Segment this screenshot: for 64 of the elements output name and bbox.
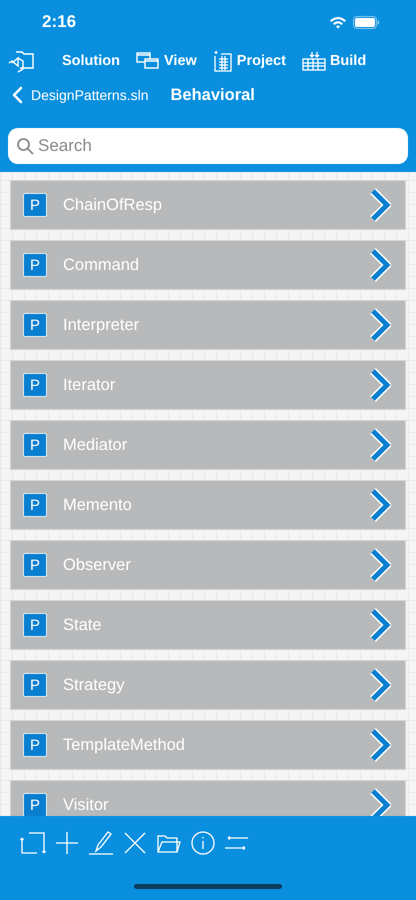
item-name: Memento: [63, 496, 133, 514]
chevron-icon: [369, 788, 391, 816]
chevron-icon: [369, 428, 391, 462]
item-name: ChainOfResp: [63, 196, 164, 214]
list-item[interactable]: P State: [10, 600, 406, 650]
page-title: Behavioral: [170, 86, 255, 104]
list-item[interactable]: P Strategy: [10, 660, 406, 710]
edit-icon[interactable]: [88, 830, 114, 856]
back-button[interactable]: DesignPatterns.sln: [12, 86, 149, 104]
project-badge: P: [23, 553, 47, 577]
list-item[interactable]: P ChainOfResp: [10, 180, 406, 230]
item-name: State: [63, 616, 103, 634]
chevron-icon: [369, 728, 391, 762]
refresh-icon[interactable]: [20, 830, 46, 856]
project-badge: P: [23, 613, 47, 637]
item-name: Command: [63, 256, 140, 274]
folder-icon: [8, 49, 36, 73]
add-icon[interactable]: [54, 830, 80, 856]
chevron-icon: [369, 608, 391, 642]
project-badge: P: [23, 313, 47, 337]
project-badge: P: [23, 733, 47, 757]
list-item[interactable]: P Command: [10, 240, 406, 290]
project-badge: P: [23, 193, 47, 217]
project-badge: P: [23, 373, 47, 397]
list-item[interactable]: P Mediator: [10, 420, 406, 470]
list-item[interactable]: P Observer: [10, 540, 406, 590]
toolbar-button[interactable]: View: [136, 52, 197, 70]
toolbar-button[interactable]: Build: [302, 51, 366, 71]
battery-icon: [353, 16, 380, 28]
project-badge: P: [23, 253, 47, 277]
status-time: 2:16: [42, 12, 76, 32]
back-chevron-icon: [12, 86, 23, 104]
item-name: Strategy: [63, 676, 126, 694]
grid-icon: [302, 51, 326, 71]
chevron-icon: [369, 308, 391, 342]
item-name: Observer: [63, 556, 132, 574]
list-item[interactable]: P Interpreter: [10, 300, 406, 350]
toolbar-button[interactable]: Project: [212, 50, 286, 72]
list-item[interactable]: P Memento: [10, 480, 406, 530]
wifi-icon: [329, 16, 347, 28]
project-badge: P: [23, 673, 47, 697]
item-name: Visitor: [63, 796, 110, 814]
list-item[interactable]: P Iterator: [10, 360, 406, 410]
delete-icon[interactable]: [122, 830, 148, 856]
chevron-icon: [369, 548, 391, 582]
chevron-icon: [369, 488, 391, 522]
project-badge: P: [23, 793, 47, 816]
toolbar-button[interactable]: Solution: [8, 49, 120, 73]
item-name: Iterator: [63, 376, 116, 394]
document-icon: [212, 50, 233, 72]
chevron-icon: [369, 668, 391, 702]
project-badge: P: [23, 433, 47, 457]
item-name: Mediator: [63, 436, 128, 454]
list-item[interactable]: P Visitor: [10, 780, 406, 816]
chevron-icon: [369, 188, 391, 222]
item-name: Interpreter: [63, 316, 140, 334]
chevron-icon: [369, 368, 391, 402]
project-badge: P: [23, 493, 47, 517]
item-name: TemplateMethod: [63, 736, 186, 754]
info-icon[interactable]: [190, 830, 216, 856]
windows-icon: [136, 52, 160, 70]
search-field[interactable]: Search: [8, 128, 408, 164]
list-item[interactable]: P TemplateMethod: [10, 720, 406, 770]
chevron-icon: [369, 248, 391, 282]
